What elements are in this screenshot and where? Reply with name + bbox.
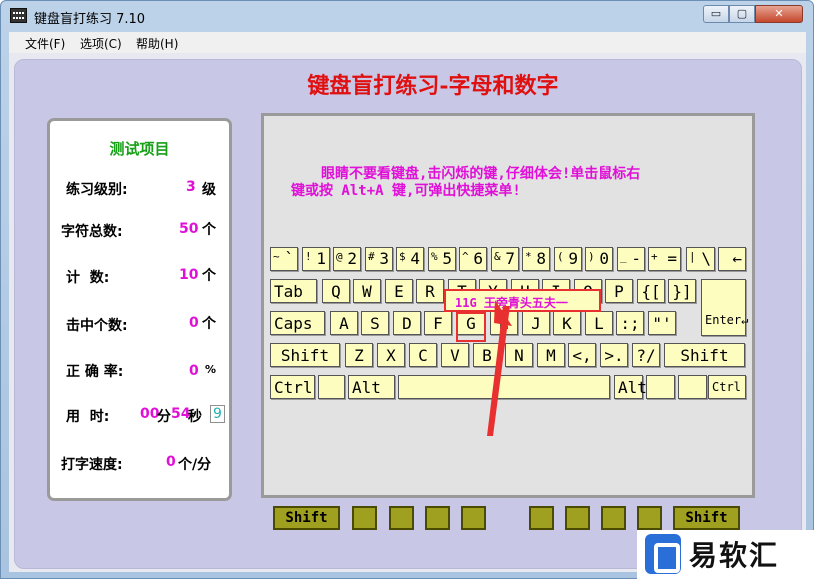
watermark: 易软汇: [637, 530, 814, 579]
watermark-logo-icon: [645, 534, 681, 574]
annotation-arrow-icon: [487, 300, 512, 436]
watermark-text: 易软汇: [689, 539, 780, 572]
